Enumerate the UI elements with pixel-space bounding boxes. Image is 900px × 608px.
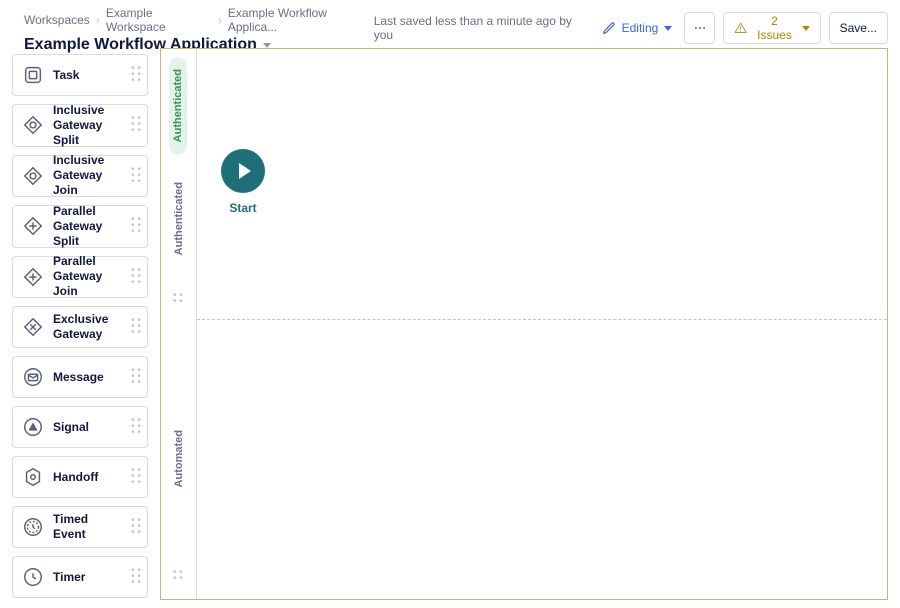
palette-item-exclusive-gateway[interactable]: Exclusive Gateway • •• •• •: [12, 306, 148, 348]
palette-item-label: Signal: [53, 420, 123, 435]
swimlane-automated[interactable]: Automated • •• •: [161, 319, 197, 599]
breadcrumb-item[interactable]: Example Workflow Applica...: [228, 6, 374, 34]
drag-handle-icon[interactable]: • •• •• •: [131, 117, 141, 133]
play-icon: [239, 163, 251, 179]
palette-item-label: Inclusive Gateway Join: [53, 153, 123, 198]
palette-item-label: Parallel Gateway Split: [53, 204, 123, 249]
warning-icon: [734, 21, 747, 35]
palette-item-timed-event[interactable]: Timed Event • •• •• •: [12, 506, 148, 548]
drag-handle-icon[interactable]: • •• •• •: [131, 569, 141, 585]
drag-handle-icon[interactable]: • •• •: [173, 294, 183, 304]
drag-handle-icon[interactable]: • •• •• •: [131, 269, 141, 285]
palette-item-parallel-split[interactable]: Parallel Gateway Split • •• •• •: [12, 205, 148, 248]
palette-item-inclusive-split[interactable]: Inclusive Gateway Split • •• •• •: [12, 104, 148, 147]
swimlane-divider: [197, 319, 887, 320]
chevron-right-icon: ›: [96, 13, 100, 27]
signal-icon: [21, 415, 45, 439]
swimlane-label: Automated: [173, 430, 185, 487]
drag-handle-icon[interactable]: • •• •• •: [131, 319, 141, 335]
swimlane-authenticated[interactable]: Authenticated Authenticated • •• •: [161, 49, 197, 319]
palette-item-label: Message: [53, 370, 123, 385]
breadcrumb-item[interactable]: Workspaces: [24, 13, 90, 27]
drag-handle-icon[interactable]: • •• •• •: [131, 519, 141, 535]
swimlane-pill: Authenticated: [169, 57, 187, 154]
save-label: Save...: [840, 21, 877, 35]
drag-handle-icon[interactable]: • •• •• •: [131, 369, 141, 385]
message-icon: [21, 365, 45, 389]
ellipsis-icon: [693, 21, 707, 35]
handoff-icon: [21, 465, 45, 489]
issues-button[interactable]: 2 Issues: [723, 12, 821, 44]
palette-item-signal[interactable]: Signal • •• •• •: [12, 406, 148, 448]
swimlane-rail: Authenticated Authenticated • •• • Autom…: [161, 49, 197, 599]
inclusive-gateway-icon: [21, 164, 45, 188]
drag-handle-icon[interactable]: • •• •• •: [131, 469, 141, 485]
drag-handle-icon[interactable]: • •• •• •: [131, 218, 141, 234]
drag-handle-icon[interactable]: • •• •• •: [131, 67, 141, 83]
swimlane-label: Authenticated: [173, 182, 185, 255]
timed-event-icon: [21, 515, 45, 539]
palette-item-handoff[interactable]: Handoff • •• •• •: [12, 456, 148, 498]
workflow-canvas[interactable]: Authenticated Authenticated • •• • Autom…: [160, 48, 888, 600]
caret-down-icon: [664, 26, 672, 31]
palette-item-label: Timer: [53, 570, 123, 585]
breadcrumb-item[interactable]: Example Workspace: [106, 6, 212, 34]
parallel-gateway-icon: [21, 214, 45, 238]
drag-handle-icon[interactable]: • •• •• •: [131, 419, 141, 435]
pencil-icon: [602, 21, 616, 35]
editing-mode-button[interactable]: Editing: [598, 12, 677, 44]
start-node-circle[interactable]: [221, 149, 265, 193]
breadcrumbs: Workspaces › Example Workspace › Example…: [24, 6, 374, 34]
node-palette: Task • •• •• • Inclusive Gateway Split • ••…: [0, 44, 160, 608]
chevron-right-icon: ›: [218, 13, 222, 27]
save-button[interactable]: Save...: [829, 12, 888, 44]
issues-label: 2 Issues: [753, 14, 795, 42]
exclusive-gateway-icon: [21, 315, 45, 339]
parallel-gateway-icon: [21, 265, 45, 289]
drag-handle-icon[interactable]: • •• •• •: [131, 168, 141, 184]
palette-item-label: Exclusive Gateway: [53, 312, 123, 342]
timer-icon: [21, 565, 45, 589]
more-actions-button[interactable]: [684, 12, 715, 44]
palette-item-label: Inclusive Gateway Split: [53, 103, 123, 148]
header: Workspaces › Example Workspace › Example…: [0, 0, 900, 44]
palette-item-timer[interactable]: Timer • •• •• •: [12, 556, 148, 598]
inclusive-gateway-icon: [21, 113, 45, 137]
palette-item-inclusive-join[interactable]: Inclusive Gateway Join • •• •• •: [12, 155, 148, 198]
caret-down-icon: [802, 26, 810, 31]
start-node-label: Start: [229, 201, 256, 215]
start-node[interactable]: Start: [221, 149, 265, 215]
palette-item-label: Task: [53, 68, 123, 83]
palette-item-parallel-join[interactable]: Parallel Gateway Join • •• •• •: [12, 256, 148, 299]
palette-item-message[interactable]: Message • •• •• •: [12, 356, 148, 398]
palette-item-label: Handoff: [53, 470, 123, 485]
last-saved-text: Last saved less than a minute ago by you: [374, 14, 586, 42]
title-dropdown-icon[interactable]: [263, 43, 271, 48]
palette-item-label: Timed Event: [53, 512, 123, 542]
drag-handle-icon[interactable]: • •• •: [173, 571, 183, 581]
editing-mode-label: Editing: [622, 21, 659, 35]
task-icon: [21, 63, 45, 87]
palette-item-label: Parallel Gateway Join: [53, 254, 123, 299]
palette-item-task[interactable]: Task • •• •• •: [12, 54, 148, 96]
